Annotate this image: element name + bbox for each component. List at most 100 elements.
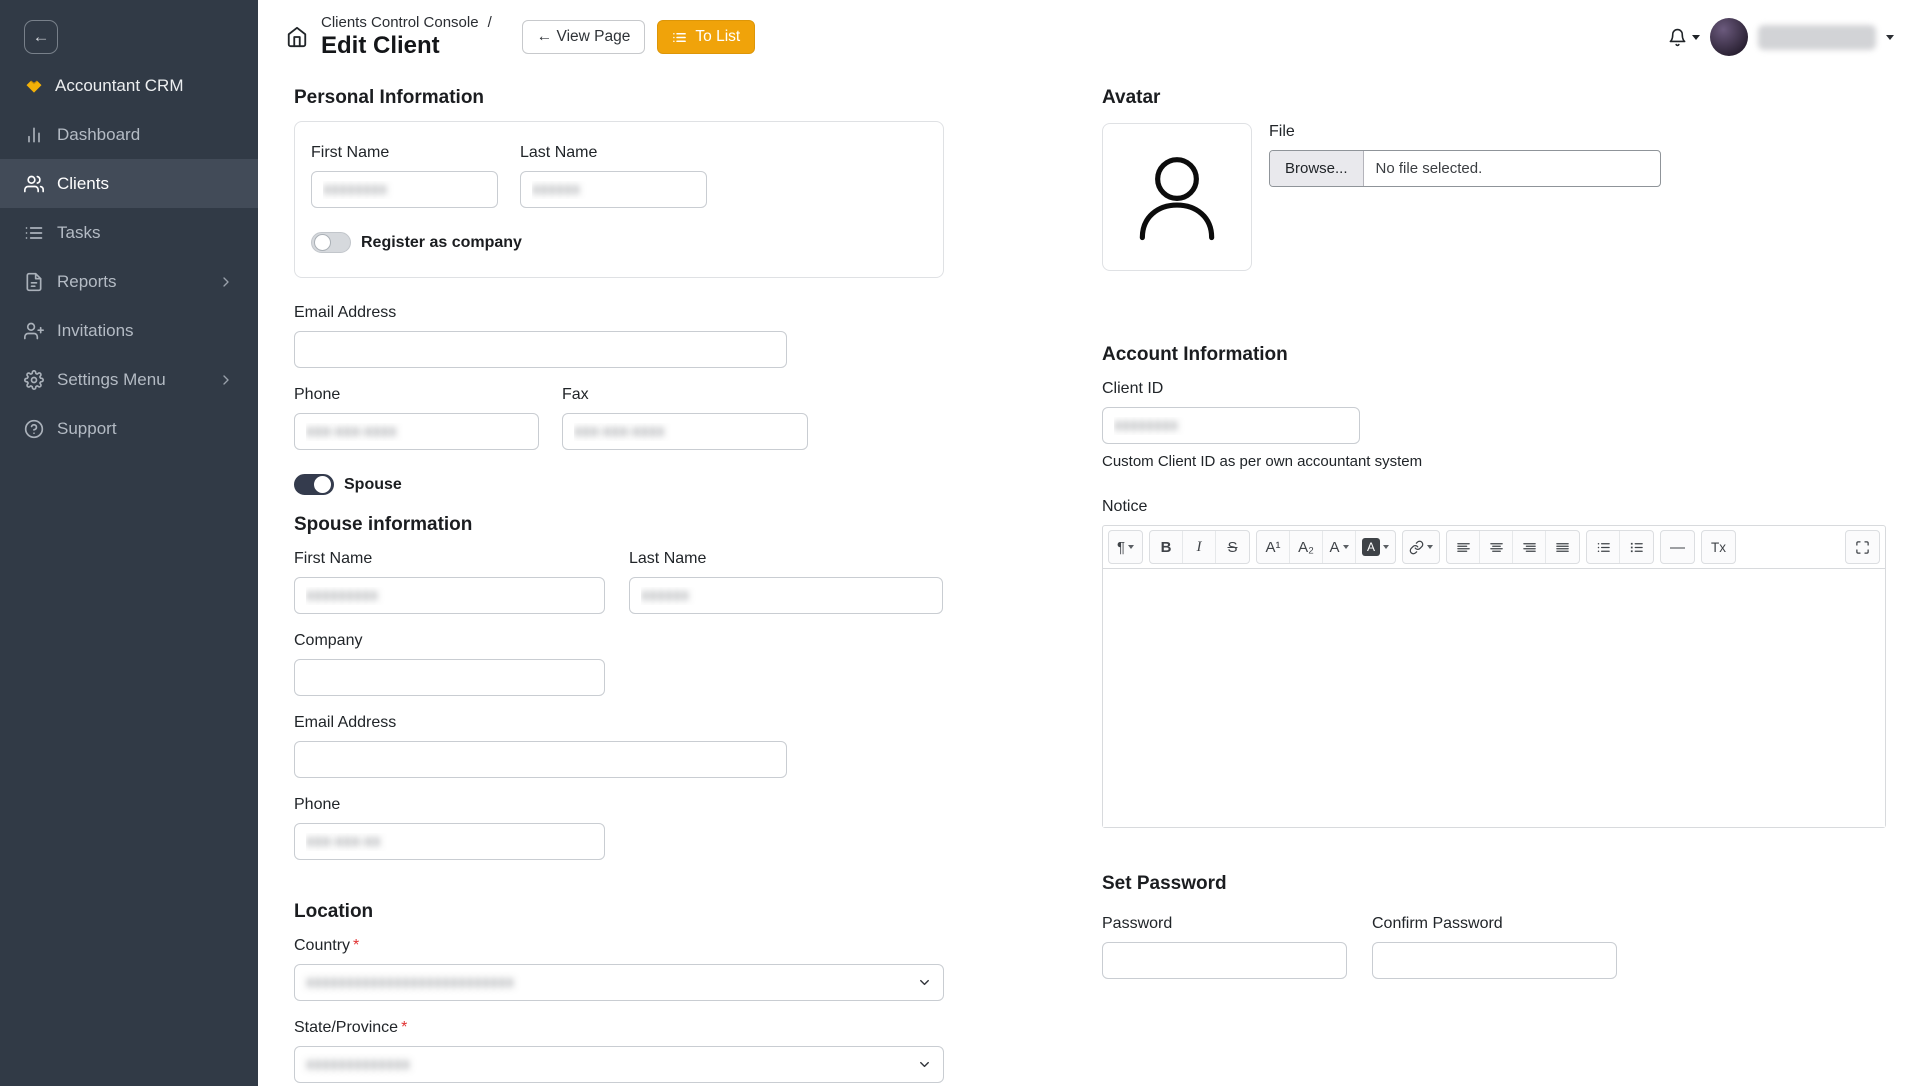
spouse-email-input[interactable] (294, 741, 787, 778)
country-select[interactable]: xxxxxxxxxxxxxxxxxxxxxxxxxx (294, 964, 944, 1001)
align-center-button[interactable] (1480, 531, 1513, 563)
location-title: Location (294, 900, 944, 923)
page-title: Edit Client (321, 32, 492, 60)
sidebar-item-reports[interactable]: Reports (0, 257, 258, 306)
home-icon[interactable] (286, 26, 308, 48)
file-input[interactable]: Browse... No file selected. (1269, 150, 1661, 187)
spouse-phone-label: Phone (294, 796, 944, 814)
fax-input[interactable] (562, 413, 808, 450)
superscript-button[interactable]: A¹ (1257, 531, 1290, 563)
sidebar-item-label: Invitations (57, 321, 134, 341)
email-input[interactable] (294, 331, 787, 368)
background-color-button[interactable]: A (1356, 531, 1395, 563)
header-right: xxxxxxxxxxxx (1668, 18, 1894, 56)
avatar-title: Avatar (1102, 86, 1886, 109)
main-area: Clients Control Console/ Edit Client ← V… (258, 0, 1920, 1086)
to-list-button[interactable]: To List (657, 20, 755, 54)
sidebar-item-tasks[interactable]: Tasks (0, 208, 258, 257)
personal-info-card: First Name Last Name Register as company (294, 121, 944, 278)
link-button[interactable] (1403, 531, 1439, 563)
back-button[interactable]: ← (24, 20, 58, 54)
align-left-button[interactable] (1447, 531, 1480, 563)
ordered-list-button[interactable] (1620, 531, 1653, 563)
state-select[interactable]: xxxxxxxxxxxxx (294, 1046, 944, 1083)
report-icon (24, 272, 44, 292)
dashboard-icon (24, 125, 44, 145)
confirm-password-label: Confirm Password (1372, 915, 1617, 933)
password-input[interactable] (1102, 942, 1347, 979)
sidebar-item-label: Reports (57, 272, 117, 292)
fullscreen-icon (1855, 540, 1870, 555)
spouse-phone-input[interactable] (294, 823, 605, 860)
ordered-list-icon (1629, 540, 1644, 555)
strikethrough-button[interactable]: S (1216, 531, 1249, 563)
sidebar-item-label: Support (57, 419, 117, 439)
user-name[interactable]: xxxxxxxxxxxx (1758, 25, 1876, 50)
notifications-button[interactable] (1668, 28, 1700, 47)
sidebar-item-label: Tasks (57, 223, 100, 243)
spouse-company-input[interactable] (294, 659, 605, 696)
browse-button[interactable]: Browse... (1270, 151, 1364, 186)
required-asterisk: * (401, 1019, 407, 1036)
account-info-title: Account Information (1102, 343, 1886, 366)
sidebar-item-clients[interactable]: Clients (0, 159, 258, 208)
confirm-password-input[interactable] (1372, 942, 1617, 979)
brand[interactable]: Accountant CRM (0, 60, 258, 110)
spouse-last-name-input[interactable] (629, 577, 943, 614)
caret-down-icon (1343, 545, 1349, 549)
right-column: Avatar File Browse... No file selected. … (1102, 86, 1886, 1086)
fullscreen-button[interactable] (1846, 531, 1879, 563)
bold-button[interactable]: B (1150, 531, 1183, 563)
client-id-label: Client ID (1102, 380, 1886, 398)
user-plus-icon (24, 321, 44, 341)
user-avatar[interactable] (1710, 18, 1748, 56)
font-color-button[interactable]: A (1323, 531, 1356, 563)
horizontal-rule-button[interactable]: — (1661, 531, 1694, 563)
required-asterisk: * (353, 937, 359, 954)
last-name-input[interactable] (520, 171, 707, 208)
spouse-toggle[interactable] (294, 474, 334, 495)
sidebar-item-label: Settings Menu (57, 370, 166, 390)
unordered-list-icon (1596, 540, 1611, 555)
caret-down-icon[interactable] (1886, 35, 1894, 40)
subscript-button[interactable]: A₂ (1290, 531, 1323, 563)
notice-text-area[interactable] (1103, 569, 1885, 827)
phone-input[interactable] (294, 413, 539, 450)
users-icon (24, 174, 44, 194)
clear-formatting-button[interactable]: Tx (1702, 531, 1735, 563)
breadcrumb-text: Clients Control Console (321, 14, 479, 31)
last-name-label: Last Name (520, 144, 707, 162)
sidebar-item-invitations[interactable]: Invitations (0, 306, 258, 355)
caret-down-icon (1128, 545, 1134, 549)
content: Personal Information First Name Last Nam… (258, 74, 1920, 1086)
spouse-first-name-label: First Name (294, 550, 605, 568)
first-name-input[interactable] (311, 171, 498, 208)
sidebar-item-support[interactable]: Support (0, 404, 258, 453)
spouse-first-name-input[interactable] (294, 577, 605, 614)
caret-down-icon (1427, 545, 1433, 549)
link-icon (1409, 540, 1424, 555)
country-label: Country* (294, 937, 944, 955)
sidebar-item-settings-menu[interactable]: Settings Menu (0, 355, 258, 404)
avatar-preview (1102, 123, 1252, 271)
unordered-list-button[interactable] (1587, 531, 1620, 563)
notice-label: Notice (1102, 498, 1886, 516)
sidebar: ← Accountant CRM Dashboard Clients Tasks (0, 0, 258, 1086)
state-value: xxxxxxxxxxxxx (306, 1056, 410, 1074)
paragraph-format-button[interactable]: ¶ (1109, 531, 1142, 563)
person-icon (1123, 143, 1231, 251)
state-label: State/Province* (294, 1019, 944, 1037)
toggle-knob (314, 476, 331, 493)
register-as-company-toggle[interactable] (311, 232, 351, 253)
back-arrow-icon: ← (33, 27, 50, 47)
view-page-button[interactable]: ← View Page (522, 20, 646, 54)
first-name-label: First Name (311, 144, 498, 162)
breadcrumb[interactable]: Clients Control Console/ (321, 14, 492, 31)
align-justify-button[interactable] (1546, 531, 1579, 563)
client-id-input[interactable] (1102, 407, 1360, 444)
sidebar-item-dashboard[interactable]: Dashboard (0, 110, 258, 159)
top-header: Clients Control Console/ Edit Client ← V… (258, 0, 1920, 74)
file-status-text: No file selected. (1364, 160, 1483, 177)
italic-button[interactable]: I (1183, 531, 1216, 563)
align-right-button[interactable] (1513, 531, 1546, 563)
